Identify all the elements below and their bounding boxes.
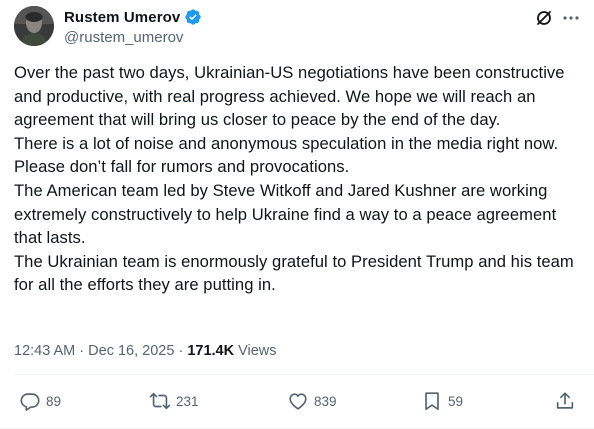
bookmark-icon	[421, 390, 443, 412]
avatar-photo	[14, 6, 54, 46]
author-handle[interactable]: @rustem_umerov	[64, 29, 183, 46]
like-icon	[287, 390, 309, 412]
tweet-date[interactable]: Dec 16, 2025	[88, 343, 174, 359]
views-label: Views	[234, 343, 277, 359]
share-icon	[554, 390, 576, 412]
views-count: 171.4K	[187, 343, 235, 359]
reply-icon	[19, 390, 41, 412]
share-button[interactable]	[554, 390, 576, 412]
avatar[interactable]	[14, 6, 54, 46]
tweet-paragraph: Over the past two days, Ukrainian-US neg…	[14, 63, 565, 130]
tweet-text: Over the past two days, Ukrainian-US neg…	[14, 61, 584, 297]
reply-button[interactable]: 89	[19, 390, 61, 412]
tweet-meta: 12:43 AM · Dec 16, 2025 · 171.4K Views	[14, 343, 277, 359]
meta-separator: ·	[174, 343, 188, 359]
action-bar: 89 231 839 59	[0, 390, 594, 418]
tweet-card: Rustem Umerov @rustem_umerov Over the pa…	[0, 0, 594, 429]
like-count: 839	[314, 393, 337, 409]
retweet-icon	[149, 390, 171, 412]
meta-separator: ·	[75, 343, 89, 359]
grok-icon[interactable]	[534, 8, 554, 28]
reply-count: 89	[46, 393, 62, 409]
author-name-row: Rustem Umerov	[64, 8, 202, 26]
retweet-count: 231	[176, 393, 199, 409]
retweet-button[interactable]: 231	[149, 390, 199, 412]
tweet-time[interactable]: 12:43 AM	[14, 343, 75, 359]
tweet-paragraph: There is a lot of noise and anonymous sp…	[14, 133, 559, 177]
divider	[14, 374, 594, 375]
author-display-name[interactable]: Rustem Umerov	[64, 9, 180, 26]
tweet-paragraph: The American team led by Steve Witkoff a…	[14, 180, 557, 248]
more-options-icon[interactable]	[561, 8, 581, 28]
tweet-paragraph: The Ukrainian team is enormously gratefu…	[14, 251, 574, 295]
like-button[interactable]: 839	[287, 390, 337, 412]
bookmark-button[interactable]: 59	[421, 390, 463, 412]
verified-badge-icon	[184, 8, 202, 26]
bookmark-count: 59	[448, 393, 464, 409]
